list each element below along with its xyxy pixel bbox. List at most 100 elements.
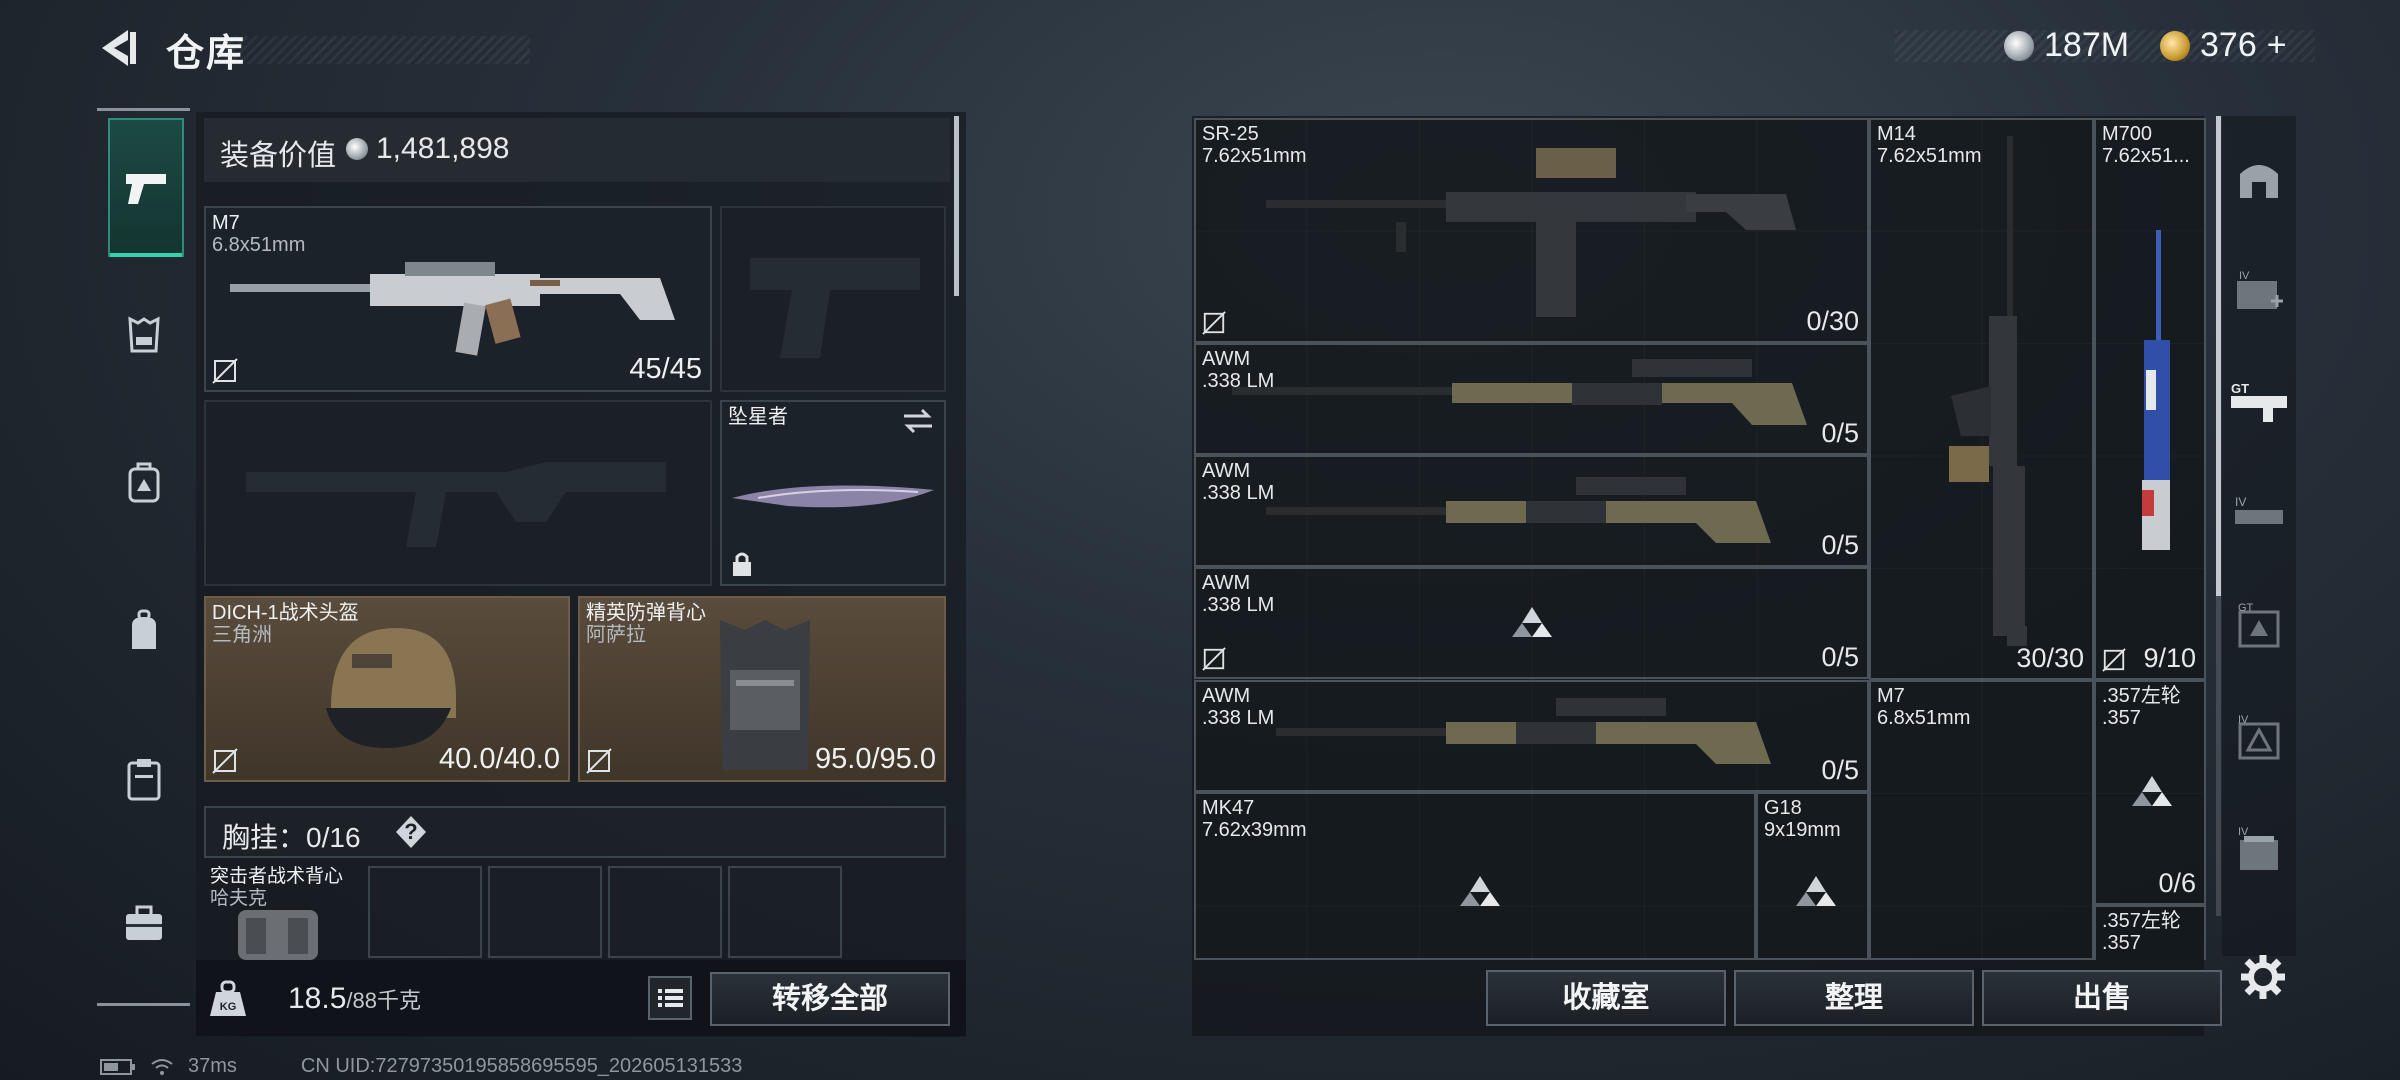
back-icon[interactable] [98,26,142,70]
transfer-all-button[interactable]: 转移全部 [710,972,950,1026]
rig-image [238,910,318,960]
folder-icon: IV [2238,826,2278,870]
stash-item[interactable]: M700 7.62x51... 9/10 [2094,118,2206,680]
category-ammo[interactable]: GT [2226,584,2292,670]
list-icon [658,989,683,1007]
sell-button[interactable]: 出售 [1982,970,2222,1026]
melee-slot[interactable]: 坠星者 [720,400,946,586]
vest-image [720,620,810,770]
item-count: 0/30 [1806,306,1859,336]
backpack-icon [128,462,160,503]
rig-slot[interactable] [488,866,602,958]
primary-weapon-slot[interactable]: M7 6.8x51mm 45/45 [204,206,712,392]
nav-weapons[interactable] [108,118,184,257]
stash-item[interactable]: G18 9x19mm [1756,792,1869,960]
help-button[interactable]: ? [396,816,426,848]
item-caliber: .357 [2102,932,2141,954]
armor-faction: 阿萨拉 [586,624,646,646]
nav-rig[interactable] [105,444,183,522]
category-attachments[interactable]: IV [2226,472,2292,558]
category-collectibles[interactable]: IV [2226,808,2292,894]
stash-item[interactable]: .357左轮 .357 0/6 [2094,680,2206,905]
stash-item[interactable]: SR-25 7.62x51mm 0/30 [1194,118,1869,343]
sniper-image [1266,477,1771,543]
item-name: G18 [1764,797,1802,819]
medkit-icon: IV [2237,270,2283,309]
category-gear[interactable]: IV [2226,696,2292,782]
item-name: .357左轮 [2102,910,2181,932]
pistol-silhouette-icon [750,258,920,358]
rig-item[interactable]: 突击者战术背心 哈夫克 [208,864,358,960]
item-name: AWM [1202,460,1251,482]
lock-icon [733,552,751,576]
sniper-image [1232,359,1807,425]
rig-slot[interactable] [728,866,842,958]
item-name: SR-25 [1202,123,1259,145]
silver-coin-icon [2004,30,2034,61]
item-name: AWM [1202,572,1251,594]
rifle-slot-empty[interactable] [204,400,712,586]
rig-slot[interactable] [608,866,722,958]
item-caliber: .357 [2102,707,2141,729]
stash-scroll-thumb[interactable] [2216,116,2221,596]
item-name: M700 [2102,123,2153,145]
item-caliber: 6.8x51mm [1877,707,1971,729]
stash-item[interactable]: AWM .338 LM 0/5 [1194,455,1869,567]
category-medical[interactable]: IV [2226,248,2292,334]
secondary-weapon-slot[interactable] [720,206,946,392]
list-view-button[interactable] [648,976,692,1020]
delta-placeholder-icon [1460,876,1500,906]
sniper-image [1276,698,1771,764]
battery-icon [100,1058,135,1075]
no-insurance-icon [2102,648,2126,672]
stash-grid: SR-25 7.62x51mm 0/30 M14 7.62x51mm 30/30 M… [1194,118,2206,960]
collection-room-button[interactable]: 收藏室 [1486,970,1726,1026]
briefcase-icon [126,905,162,940]
svg-text:IV: IV [2235,495,2246,509]
nav-armor[interactable] [105,296,183,374]
knife-image [732,485,934,508]
rifle-image [1266,148,1796,317]
stash-item[interactable]: M7 6.8x51mm [1869,680,2094,960]
item-caliber: 7.62x39mm [1202,819,1307,841]
nav-case[interactable] [105,884,183,962]
chest-rig-bar: 胸挂：0/16 ? [204,806,946,858]
uid-readout: CN UID:72797350195858695595_202605131533 [300,1055,743,1077]
swap-icon[interactable] [902,408,934,434]
value-label: 装备价值 [220,140,337,172]
stash-item[interactable]: M14 7.62x51mm 30/30 [1869,118,2094,680]
stash-item[interactable]: MK47 7.62x39mm [1194,792,1756,960]
status-bar: 37ms CN UID:72797350195858695595_2026051… [100,1055,742,1078]
stash-item[interactable]: .357左轮 .357 [2094,905,2206,960]
gun-category-icon: GT [2231,381,2287,422]
shelter-icon [2240,165,2278,198]
organize-button[interactable]: 整理 [1734,970,1974,1026]
stash-item[interactable]: AWM .338 LM 0/5 [1194,680,1869,792]
svg-text:GT: GT [2238,602,2254,614]
melee-name: 坠星者 [728,406,788,428]
title-decoration [225,36,530,64]
item-caliber: .338 LM [1202,707,1275,729]
gear-icon[interactable] [2238,952,2288,1002]
category-weapons[interactable]: GT [2226,360,2292,446]
helmet-slot[interactable]: DICH-1战术头盔 三角洲 40.0/40.0 [204,596,570,782]
svg-text:IV: IV [2238,714,2249,726]
helmet-faction: 三角洲 [212,624,272,646]
armor-slot[interactable]: 精英防弹背心 阿萨拉 95.0/95.0 [578,596,946,782]
gold-amount: 376 [2200,26,2257,64]
weapon-name: M7 [212,212,240,234]
nav-locker[interactable] [105,740,183,818]
svg-text:IV: IV [2239,270,2250,282]
nav-backpack[interactable] [105,592,183,670]
no-insurance-icon [212,748,238,774]
add-gold-button[interactable]: + [2267,26,2287,65]
category-all[interactable] [2226,136,2292,222]
item-count: 0/6 [2158,868,2196,898]
equipment-scrollbar[interactable] [954,116,959,296]
rifle-image [230,262,675,356]
weight-max: /88千克 [346,988,421,1013]
gold-currency[interactable]: 376 + [2160,26,2287,65]
rig-slot[interactable] [368,866,482,958]
stash-item[interactable]: AWM .338 LM 0/5 [1194,343,1869,455]
stash-item[interactable]: AWM .338 LM 0/5 [1194,567,1869,679]
